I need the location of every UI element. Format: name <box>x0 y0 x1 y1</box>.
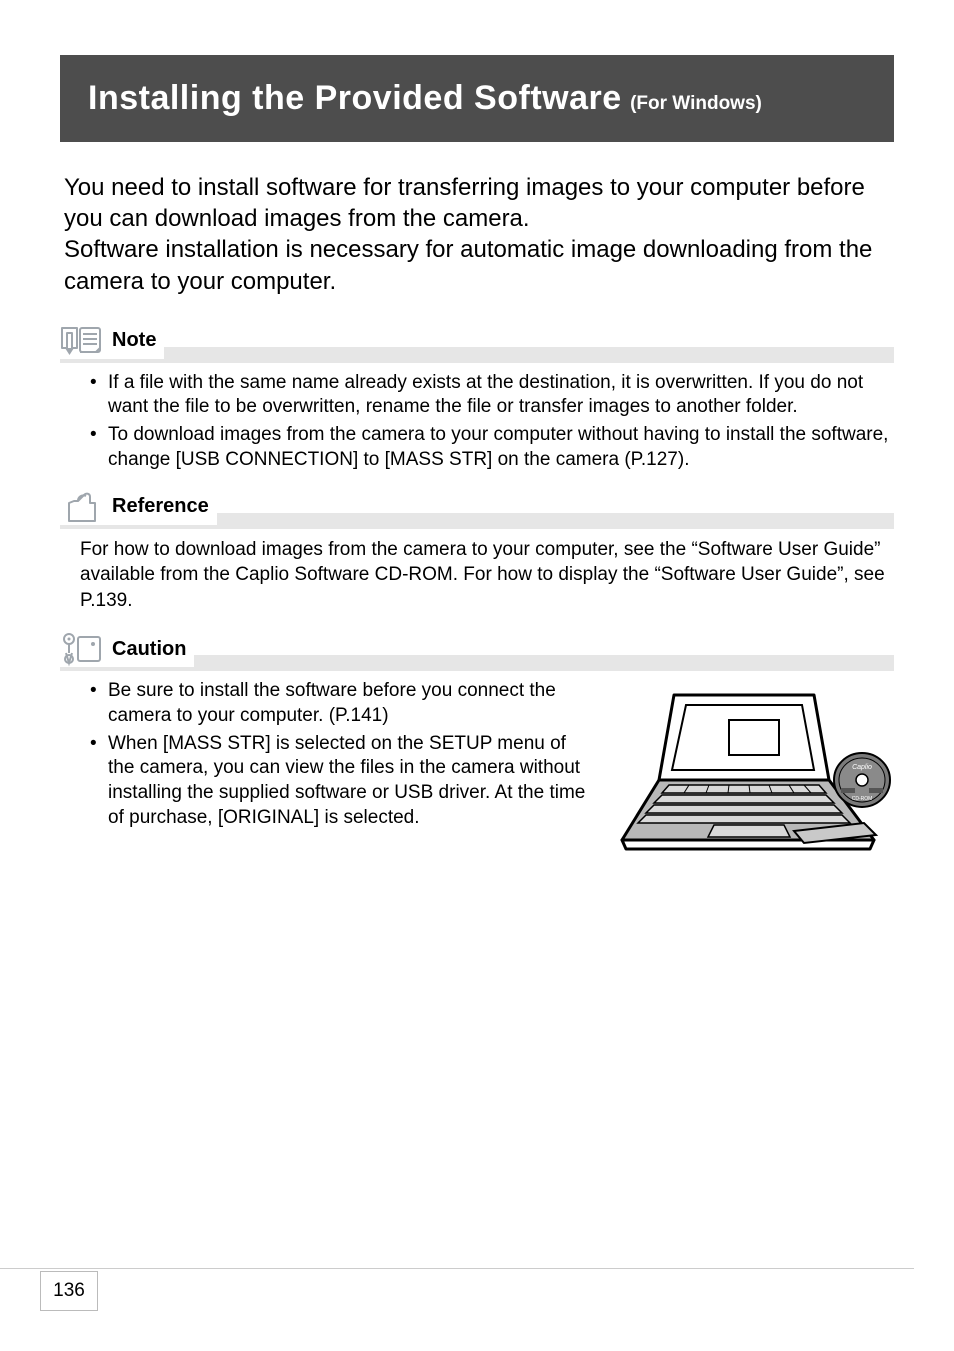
page-title-main: Installing the Provided Software <box>88 79 622 117</box>
note-header: Note <box>60 323 894 359</box>
caution-label: Caution <box>112 638 186 661</box>
note-label: Note <box>112 329 156 352</box>
intro-paragraph-1: You need to install software for transfe… <box>64 172 890 234</box>
svg-text:CD-ROM: CD-ROM <box>852 796 873 802</box>
reference-header: Reference <box>60 489 894 525</box>
reference-icon <box>60 489 102 525</box>
caution-item-2: When [MASS STR] is selected on the SETUP… <box>90 732 594 831</box>
note-item-2: To download images from the camera to yo… <box>90 423 894 472</box>
intro-paragraph-2: Software installation is necessary for a… <box>64 234 890 296</box>
page-number: 136 <box>40 1271 98 1311</box>
caution-callout: Caution Be sure to install the software … <box>60 631 894 870</box>
laptop-cd-illustration: Caplio CD-ROM <box>614 685 894 870</box>
note-icon <box>60 323 102 359</box>
page-title-sub: (For Windows) <box>630 93 762 114</box>
note-item-1: If a file with the same name already exi… <box>90 371 894 420</box>
footer-divider <box>0 1268 914 1269</box>
caution-item-1: Be sure to install the software before y… <box>90 679 594 728</box>
caution-list: Be sure to install the software before y… <box>60 679 594 830</box>
reference-body: For how to download images from the came… <box>60 537 894 614</box>
title-bar: Installing the Provided Software (For Wi… <box>60 55 894 142</box>
note-callout: Note If a file with the same name alread… <box>60 323 894 473</box>
reference-label: Reference <box>112 495 209 518</box>
note-header-bar <box>60 347 894 363</box>
caution-header: Caution <box>60 631 894 667</box>
intro-text: You need to install software for transfe… <box>60 172 894 297</box>
note-list: If a file with the same name already exi… <box>60 371 894 473</box>
caution-icon <box>60 631 102 667</box>
document-page: Installing the Provided Software (For Wi… <box>0 0 954 870</box>
reference-callout: Reference For how to download images fro… <box>60 489 894 614</box>
caution-body: Be sure to install the software before y… <box>60 679 894 870</box>
svg-text:Caplio: Caplio <box>852 764 872 771</box>
